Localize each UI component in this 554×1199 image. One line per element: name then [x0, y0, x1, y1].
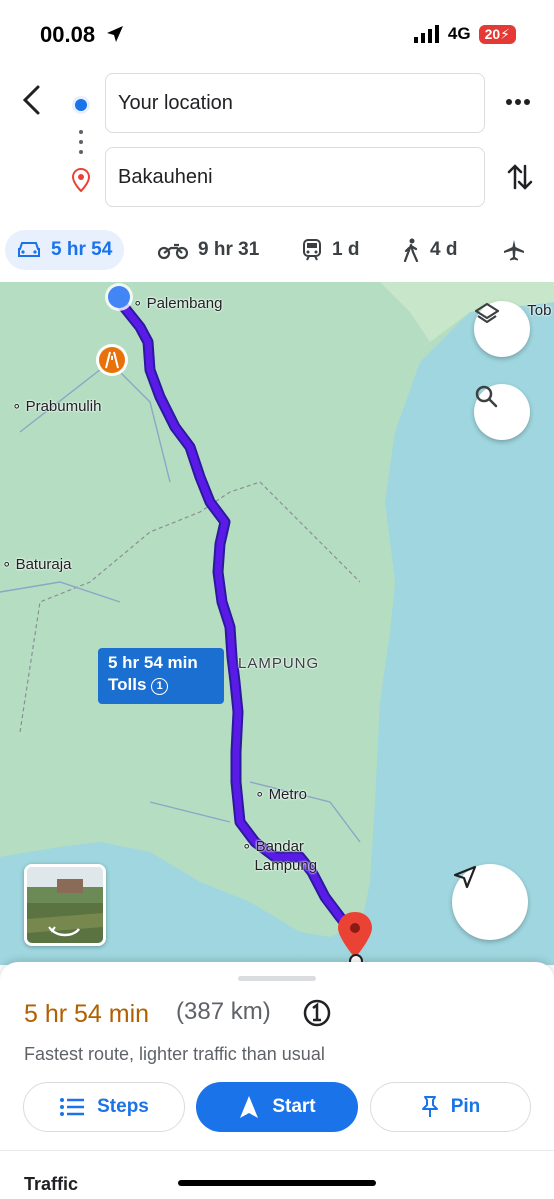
route-callout[interactable]: 5 hr 54 min Tolls 1	[98, 648, 224, 704]
toll-count-icon: 1	[151, 678, 169, 695]
signal-icon	[413, 25, 439, 43]
layers-button[interactable]	[474, 301, 530, 357]
destination-pin-icon	[72, 168, 90, 192]
route-details-sheet[interactable]: 5 hr 54 min (387 km) Fastest route, ligh…	[0, 962, 554, 1199]
pin-icon	[421, 1096, 438, 1117]
more-options-icon[interactable]	[505, 98, 531, 106]
place-label-baturaja[interactable]: ∘ Baturaja	[2, 555, 71, 573]
place-label-prabumulih[interactable]: ∘ Prabumulih	[12, 397, 101, 415]
network-type: 4G	[447, 24, 471, 43]
mode-flight[interactable]	[502, 230, 526, 270]
walk-icon	[403, 238, 419, 262]
charging-icon: ⚡	[500, 25, 510, 42]
street-view-thumbnail[interactable]	[24, 864, 106, 946]
origin-input[interactable]: Your location	[105, 73, 485, 133]
traffic-section-title: Traffic	[24, 1174, 79, 1194]
mode-walk[interactable]: 4 d	[402, 230, 457, 270]
home-indicator[interactable]	[178, 1180, 376, 1186]
layers-icon	[474, 302, 500, 324]
steps-button[interactable]: Steps	[23, 1082, 185, 1132]
pin-button[interactable]: Pin	[370, 1082, 531, 1132]
route-description: Fastest route, lighter traffic than usua…	[24, 1044, 325, 1064]
route-duration: 5 hr 54 min	[24, 1000, 150, 1028]
sheet-divider	[0, 1150, 554, 1151]
place-label-palembang[interactable]: ∘ Palembang	[133, 294, 222, 312]
destination-input[interactable]: Bakauheni	[105, 147, 485, 207]
search-icon	[475, 385, 498, 408]
motorcycle-icon	[158, 243, 188, 260]
swap-icon[interactable]	[507, 162, 533, 192]
region-label-lampung: LAMPUNG	[238, 655, 320, 672]
travel-mode-tabs: 5 hr 54 9 hr 31 1 d 4 d	[0, 222, 554, 282]
map-view[interactable]: ∘ Palembang ∘ Prabumulih ∘ Baturaja LAMP…	[0, 282, 554, 965]
list-icon	[60, 1098, 85, 1116]
mode-transit[interactable]: 1 d	[302, 230, 359, 270]
route-distance: (387 km)	[176, 998, 271, 1025]
drag-handle[interactable]	[238, 976, 316, 981]
toll-info-icon[interactable]	[302, 998, 332, 1028]
transit-icon	[303, 239, 321, 261]
battery-indicator: 20⚡	[478, 24, 516, 44]
destination-marker	[338, 912, 372, 958]
recenter-button[interactable]	[452, 864, 528, 940]
navigation-arrow-icon	[453, 865, 477, 889]
status-indicators: 4G 20⚡	[413, 24, 516, 44]
search-along-route-button[interactable]	[474, 384, 530, 440]
street-view-image	[27, 867, 103, 943]
origin-dot-icon	[72, 96, 90, 114]
car-icon	[18, 242, 40, 257]
route-dots-icon	[79, 130, 83, 154]
status-bar: 00.08 4G 20⚡	[0, 0, 554, 70]
directions-panel: Your location Bakauheni	[0, 70, 554, 222]
status-time: 00.08	[40, 22, 125, 48]
navigation-start-icon	[240, 1096, 259, 1118]
location-arrow-icon	[107, 26, 124, 42]
start-button[interactable]: Start	[196, 1082, 358, 1132]
mode-motorcycle[interactable]: 9 hr 31	[158, 230, 259, 270]
plane-icon	[504, 240, 524, 261]
back-icon[interactable]	[18, 84, 46, 116]
place-label-bandar-lampung[interactable]: ∘ Bandar Lampung	[242, 837, 317, 875]
place-label-metro[interactable]: ∘ Metro	[255, 785, 307, 803]
mode-drive[interactable]: 5 hr 54	[5, 230, 125, 270]
